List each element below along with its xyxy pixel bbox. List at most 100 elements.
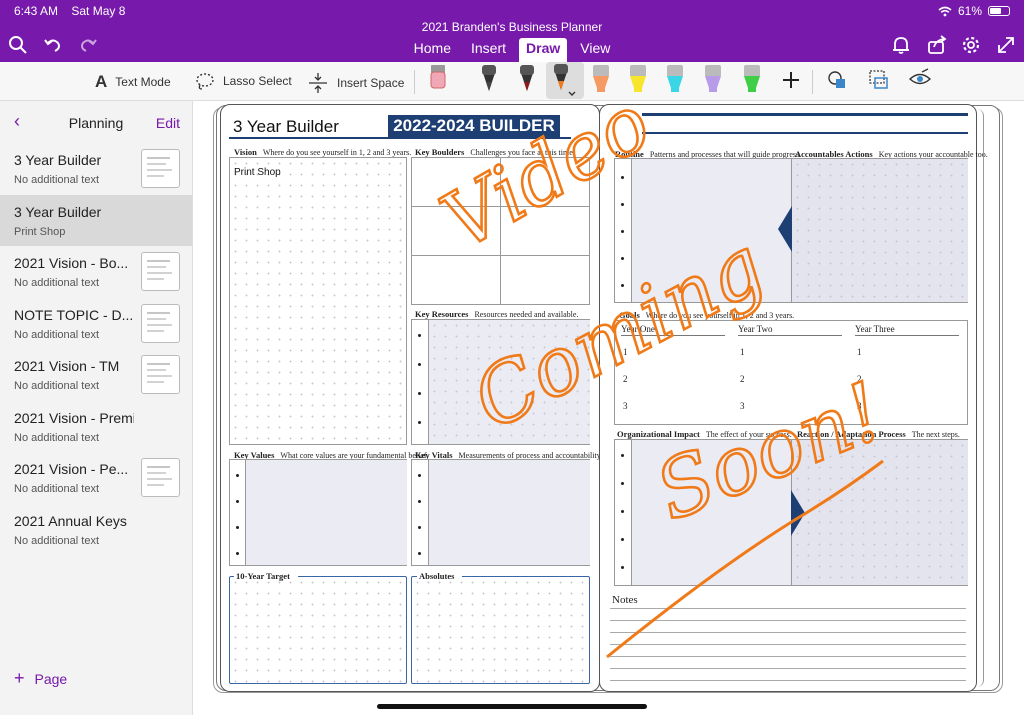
document-title: 2021 Branden's Business Planner [421,20,603,34]
page-list-item[interactable]: 2021 Vision - TM No additional text [0,349,192,400]
edit-button[interactable]: Edit [156,115,180,131]
pen-icon [482,65,496,91]
highlighter-icon [667,65,683,92]
shapes-button[interactable] [826,69,848,91]
lasso-select-label: Lasso Select [223,74,292,88]
fullscreen-icon[interactable] [995,34,1017,56]
highlighter-lavender-tool[interactable] [698,63,728,97]
plus-icon [783,72,799,88]
page-item-title: 2021 Vision - TM [14,358,120,374]
page-list-item[interactable]: 2021 Vision - Premier No additional text [0,401,192,452]
highlighter-green-tool[interactable] [737,63,767,97]
ink-to-shape-icon [869,70,888,89]
battery-percent: 61% [957,4,982,18]
page-item-subtitle: No additional text [14,483,99,495]
page-list-item[interactable]: 2021 Annual Keys No additional text [0,504,192,555]
undo-icon[interactable] [42,34,64,56]
page-thumbnail [141,149,180,188]
page-thumbnail [141,252,180,291]
tab-home[interactable]: Home [407,38,458,62]
page-list-item[interactable]: 2021 Vision - Pe... No additional text [0,452,192,503]
tab-view[interactable]: View [573,38,617,62]
eye-pen-icon [908,68,932,85]
home-indicator[interactable] [377,704,647,709]
page-item-subtitle: No additional text [14,328,99,341]
sidebar-header: ‹ Planning Edit [0,101,192,143]
eraser-icon [430,65,446,89]
page-item-title: 2021 Vision - Bo... [14,255,129,271]
search-icon[interactable] [7,34,29,56]
text-a-icon: A [95,72,108,91]
page-item-title: 3 Year Builder [14,152,102,168]
bell-icon[interactable] [890,34,912,56]
ink-replay-button[interactable] [908,68,932,90]
pages-sidebar: ‹ Planning Edit 3 Year Builder No additi… [0,101,193,715]
draw-toolbar: A Text Mode Lasso Select Insert Space [0,62,1024,101]
page-list-item[interactable]: 2021 Vision - Bo... No additional text [0,246,192,297]
battery-icon [988,6,1010,16]
text-mode-button[interactable]: A Text Mode [95,72,171,92]
ribbon-tabs: Home Insert Draw View [0,38,1024,62]
page-item-title: 2021 Vision - Premier [14,409,134,426]
page-item-title: 2021 Vision - Pe... [14,461,129,477]
add-page-button[interactable]: + Page [14,668,67,689]
page-item-title: 2021 Annual Keys [14,512,127,529]
shapes-icon [828,71,845,88]
lasso-icon [196,73,214,90]
app-header: 6:43 AM Sat May 8 61% 2021 Branden's Bus… [0,0,1024,62]
status-time: 6:43 AM [14,4,59,18]
highlighter-icon [593,65,609,92]
page-item-title: NOTE TOPIC - D... [14,306,134,323]
highlighter-cyan-tool[interactable] [660,63,690,97]
pen-icon [554,64,576,96]
note-canvas[interactable]: 3 Year Builder 2022-2024 BUILDER Vision W… [193,101,1024,715]
page-item-subtitle: No additional text [14,174,99,186]
add-page-label: Page [34,671,68,687]
highlighter-orange-tool[interactable] [586,63,616,97]
pen-dark-gray-tool[interactable] [474,63,504,97]
page-list-item[interactable]: 3 Year Builder Print Shop [0,194,192,246]
pen-icon [520,65,534,91]
redo-icon[interactable] [77,34,99,56]
highlighter-icon [744,65,760,92]
insert-space-button[interactable]: Insert Space [307,72,404,94]
text-mode-label: Text Mode [115,75,171,89]
highlighter-yellow-tool[interactable] [623,63,653,97]
lasso-select-button[interactable]: Lasso Select [195,72,292,90]
page-item-subtitle: Print Shop [14,225,66,238]
ink-word-video: Video [428,101,666,267]
status-bar-left: 6:43 AM Sat May 8 [14,4,135,18]
ink-word-soon: Soon! [643,364,896,538]
tab-insert[interactable]: Insert [464,38,513,62]
highlighter-icon [630,65,646,92]
ink-annotation[interactable]: Video Coming Soon! [193,101,1024,715]
page-item-subtitle: No additional text [14,534,99,547]
insert-space-icon [309,73,327,93]
highlighter-icon [705,65,721,92]
tab-draw[interactable]: Draw [519,38,568,62]
ink-word-coming: Coming [458,218,779,447]
share-icon[interactable] [926,34,948,56]
status-bar-right: 61% [938,4,1010,18]
pink-eraser-tool[interactable] [423,63,453,97]
page-item-subtitle: No additional text [14,380,99,392]
wifi-icon [938,6,952,16]
add-pen-button[interactable] [780,69,802,91]
pen-orange-selected-tool[interactable] [546,62,584,99]
page-item-title: 3 Year Builder [14,203,102,220]
status-date: Sat May 8 [71,4,126,18]
gear-icon[interactable] [960,34,982,56]
plus-icon: + [14,668,25,688]
insert-space-label: Insert Space [337,76,405,90]
page-thumbnail [141,355,180,394]
page-item-subtitle: No additional text [14,277,99,289]
toolbar-divider [812,70,813,94]
page-list-item[interactable]: NOTE TOPIC - D... No additional text [0,298,192,349]
toolbar-divider [414,70,415,94]
ink-to-shape-button[interactable] [866,67,890,91]
pen-dark-red-tool[interactable] [512,63,542,97]
page-item-subtitle: No additional text [14,431,99,444]
page-list-item[interactable]: 3 Year Builder No additional text [0,143,192,194]
page-thumbnail [141,303,180,343]
page-thumbnail [141,458,180,497]
